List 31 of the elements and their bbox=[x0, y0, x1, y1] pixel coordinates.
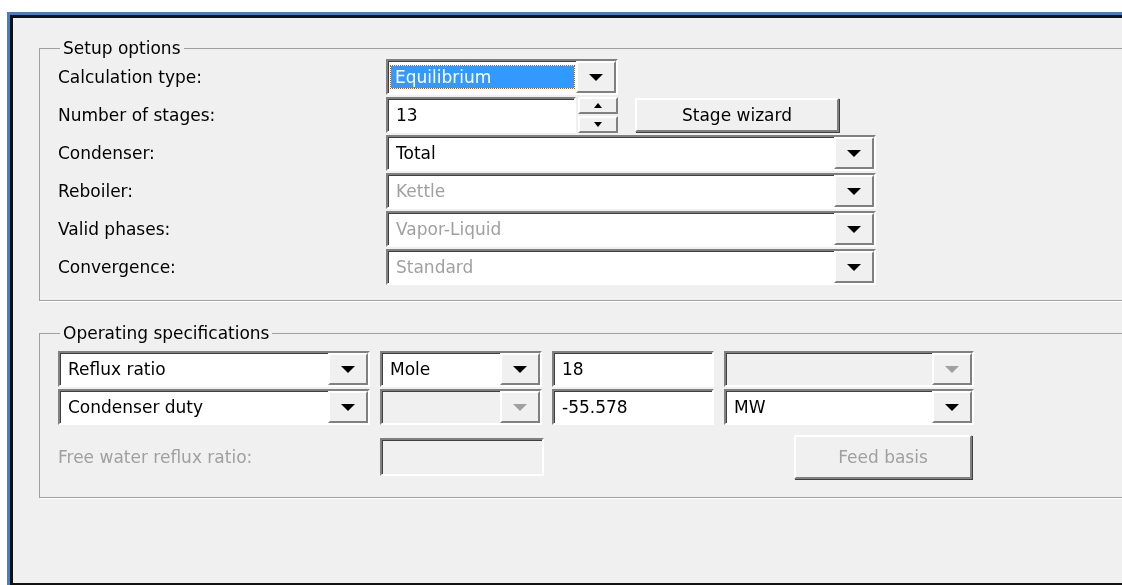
spin-buttons-icon[interactable] bbox=[578, 97, 618, 133]
value-field[interactable]: -55.578 bbox=[552, 389, 714, 425]
caret-icon bbox=[341, 403, 355, 411]
stages-spinner[interactable]: 13 bbox=[386, 97, 576, 133]
caret-icon bbox=[513, 403, 527, 411]
dropdown[interactable]: Total bbox=[386, 135, 876, 171]
dropdown[interactable]: Condenser duty bbox=[58, 389, 370, 425]
caret-icon bbox=[847, 187, 861, 195]
stage-wizard-button[interactable]: Stage wizard bbox=[635, 98, 839, 132]
field-label: Reboiler: bbox=[58, 181, 135, 201]
field-label: Valid phases: bbox=[58, 219, 172, 239]
dropdown[interactable]: Mole bbox=[380, 351, 542, 387]
caret-icon bbox=[847, 225, 861, 233]
value-field[interactable]: 18 bbox=[552, 351, 714, 387]
caret-icon bbox=[945, 403, 959, 411]
field-label: Convergence: bbox=[58, 257, 177, 277]
group-title: Operating specifications bbox=[62, 323, 271, 343]
field-label: Calculation type: bbox=[58, 67, 203, 87]
field-label: Free water reflux ratio: bbox=[58, 447, 254, 467]
caret-icon bbox=[847, 263, 861, 271]
caret-icon bbox=[341, 365, 355, 373]
dropdown[interactable]: Reflux ratio bbox=[58, 351, 370, 387]
caret-icon bbox=[513, 365, 527, 373]
field-label: Condenser: bbox=[58, 143, 156, 163]
input-field[interactable] bbox=[380, 438, 544, 476]
caret-icon bbox=[589, 73, 603, 81]
group-title: Setup options bbox=[62, 38, 182, 58]
field-label: Number of stages: bbox=[58, 105, 217, 125]
dropdown[interactable]: MW bbox=[724, 389, 974, 425]
caret-icon bbox=[945, 365, 959, 373]
caret-icon bbox=[847, 149, 861, 157]
